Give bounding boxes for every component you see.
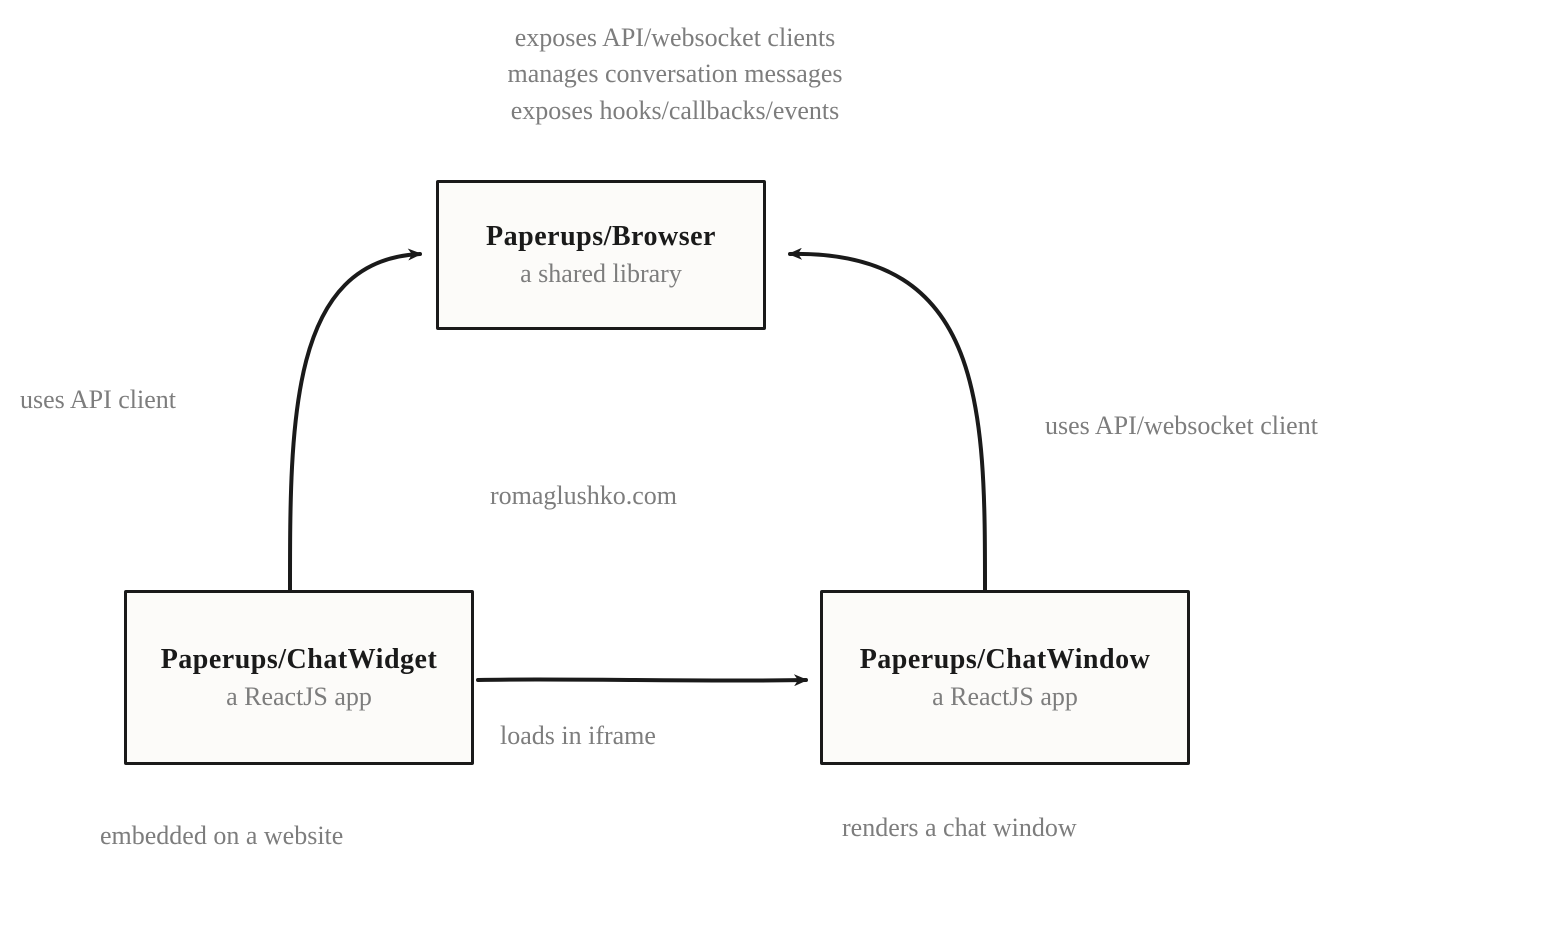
diagram-arrows [0,0,1559,946]
node-title: Paperups/ChatWindow [860,644,1151,676]
edge-label-loads-in-iframe: loads in iframe [500,718,656,754]
watermark-text: romaglushko.com [490,478,677,514]
node-paperups-browser: Paperups/Browser a shared library [436,180,766,330]
node-subtitle: a ReactJS app [932,682,1078,712]
node-title: Paperups/ChatWidget [161,644,438,676]
annotation-line: manages conversation messages [395,56,955,92]
node-paperups-chatwidget: Paperups/ChatWidget a ReactJS app [124,590,474,765]
annotation-line: exposes hooks/callbacks/events [395,93,955,129]
node-paperups-chatwindow: Paperups/ChatWindow a ReactJS app [820,590,1190,765]
annotation-browser-features: exposes API/websocket clients manages co… [395,20,955,129]
edge-label-uses-api-client: uses API client [20,382,176,418]
annotation-embedded-on-website: embedded on a website [100,818,343,854]
edge-widget-to-browser [290,254,420,590]
annotation-line: exposes API/websocket clients [395,20,955,56]
edge-widget-to-window [478,679,806,680]
annotation-renders-chat-window: renders a chat window [842,810,1077,846]
edge-window-to-browser [790,254,985,590]
node-subtitle: a ReactJS app [226,682,372,712]
edge-label-uses-api-websocket-client: uses API/websocket client [1045,408,1318,444]
node-title: Paperups/Browser [486,221,716,253]
architecture-diagram: exposes API/websocket clients manages co… [0,0,1559,946]
node-subtitle: a shared library [520,259,682,289]
